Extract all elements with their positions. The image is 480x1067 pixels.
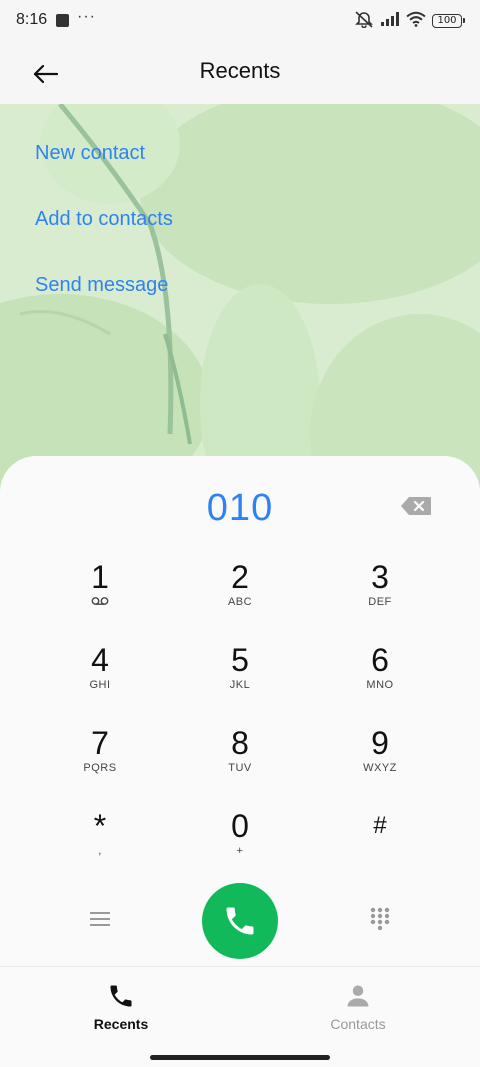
wifi-icon — [406, 11, 426, 32]
page-title: Recents — [199, 58, 281, 83]
more-notifications-icon: ··· — [77, 8, 96, 25]
bottom-navigation: Recents Contacts — [0, 966, 480, 1067]
phone-icon — [226, 907, 254, 935]
key-2[interactable]: 2 ABC — [170, 556, 310, 632]
key-8[interactable]: 8 TUV — [170, 722, 310, 798]
add-to-contacts-link[interactable]: Add to contacts — [35, 208, 173, 231]
key-star[interactable]: * , — [30, 805, 170, 881]
home-indicator[interactable] — [150, 1055, 330, 1060]
new-contact-link[interactable]: New contact — [35, 142, 145, 165]
key-9[interactable]: 9 WXYZ — [310, 722, 450, 798]
menu-button[interactable] — [80, 899, 120, 939]
voicemail-icon — [91, 597, 109, 605]
key-5[interactable]: 5 JKL — [170, 639, 310, 715]
app-bar: Recents — [0, 42, 480, 104]
menu-icon — [90, 912, 110, 926]
status-bar: 8:16 ··· 100 — [0, 0, 480, 42]
key-4[interactable]: 4 GHI — [30, 639, 170, 715]
signal-icon — [380, 11, 400, 32]
silent-mode-icon — [354, 10, 374, 33]
status-time: 8:16 — [16, 11, 48, 28]
tab-contacts[interactable]: Contacts — [298, 981, 418, 1032]
key-7[interactable]: 7 PQRS — [30, 722, 170, 798]
backspace-icon — [401, 497, 431, 515]
backspace-button[interactable] — [395, 492, 437, 520]
dialer-panel: 010 1 2 ABC 3 DEF 4 GHI 5 JKL 6 MNO 7 PQ… — [0, 456, 480, 966]
key-3[interactable]: 3 DEF — [310, 556, 450, 632]
key-1[interactable]: 1 — [30, 556, 170, 632]
key-6[interactable]: 6 MNO — [310, 639, 450, 715]
key-0[interactable]: 0 + — [170, 805, 310, 881]
dialpad-icon — [370, 907, 390, 931]
phone-icon — [110, 985, 132, 1007]
recording-stop-icon — [56, 14, 69, 27]
battery-icon: 100 — [432, 14, 465, 28]
call-button[interactable] — [202, 883, 278, 959]
dialpad-toggle-button[interactable] — [360, 899, 400, 939]
send-message-link[interactable]: Send message — [35, 274, 168, 297]
person-icon — [347, 985, 369, 1007]
key-hash[interactable]: # — [310, 805, 450, 881]
tab-recents[interactable]: Recents — [61, 981, 181, 1032]
